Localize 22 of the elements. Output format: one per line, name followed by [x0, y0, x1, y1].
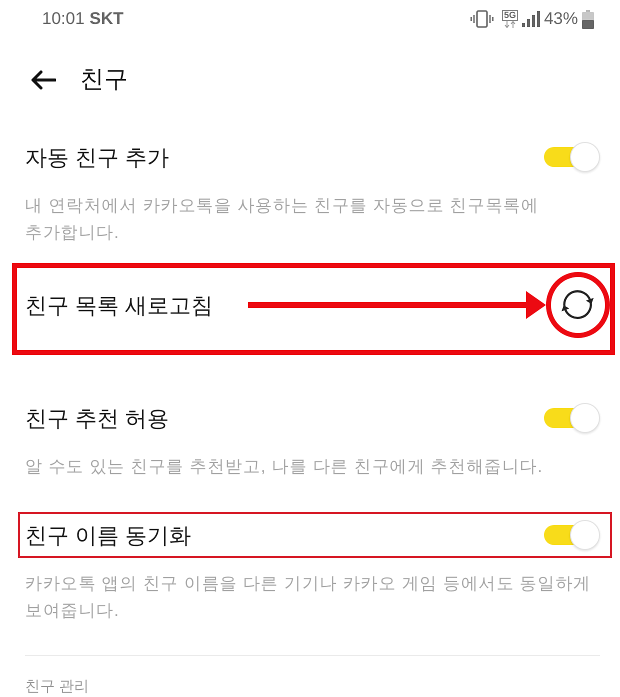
section-header: 친구 관리 [24, 678, 90, 696]
setting-description: 내 연락처에서 카카오톡을 사용하는 친구를 자동으로 친구목록에 추가합니다. [24, 195, 540, 244]
setting-title: 친구 추천 허용 [25, 404, 170, 432]
battery-icon [582, 10, 594, 28]
carrier-name: SKT [90, 8, 124, 30]
data-arrows-icon [504, 21, 516, 28]
setting-title: 친구 목록 새로고침 [25, 292, 214, 320]
page-title: 친구 [80, 65, 128, 95]
toggle-switch[interactable] [544, 142, 600, 172]
setting-title: 자동 친구 추가 [25, 144, 170, 172]
status-time: 10:01 [42, 8, 85, 30]
signal-icon [522, 11, 540, 27]
setting-description: 알 수도 있는 친구를 추천받고, 나를 다른 친구에게 추천해줍니다. [24, 456, 544, 478]
battery-percent: 43% [544, 8, 578, 30]
setting-title: 친구 이름 동기화 [25, 522, 192, 550]
network-type-label: 5G [502, 10, 518, 21]
toggle-switch[interactable] [544, 403, 600, 433]
setting-description: 카카오톡 앱의 친구 이름을 다른 기기나 카카오 게임 등에서도 동일하게 보여줍니다. [24, 573, 592, 622]
toggle-switch[interactable] [544, 520, 600, 550]
back-arrow-icon[interactable] [30, 70, 56, 90]
refresh-icon[interactable] [561, 288, 595, 322]
vibrate-icon [470, 10, 494, 28]
